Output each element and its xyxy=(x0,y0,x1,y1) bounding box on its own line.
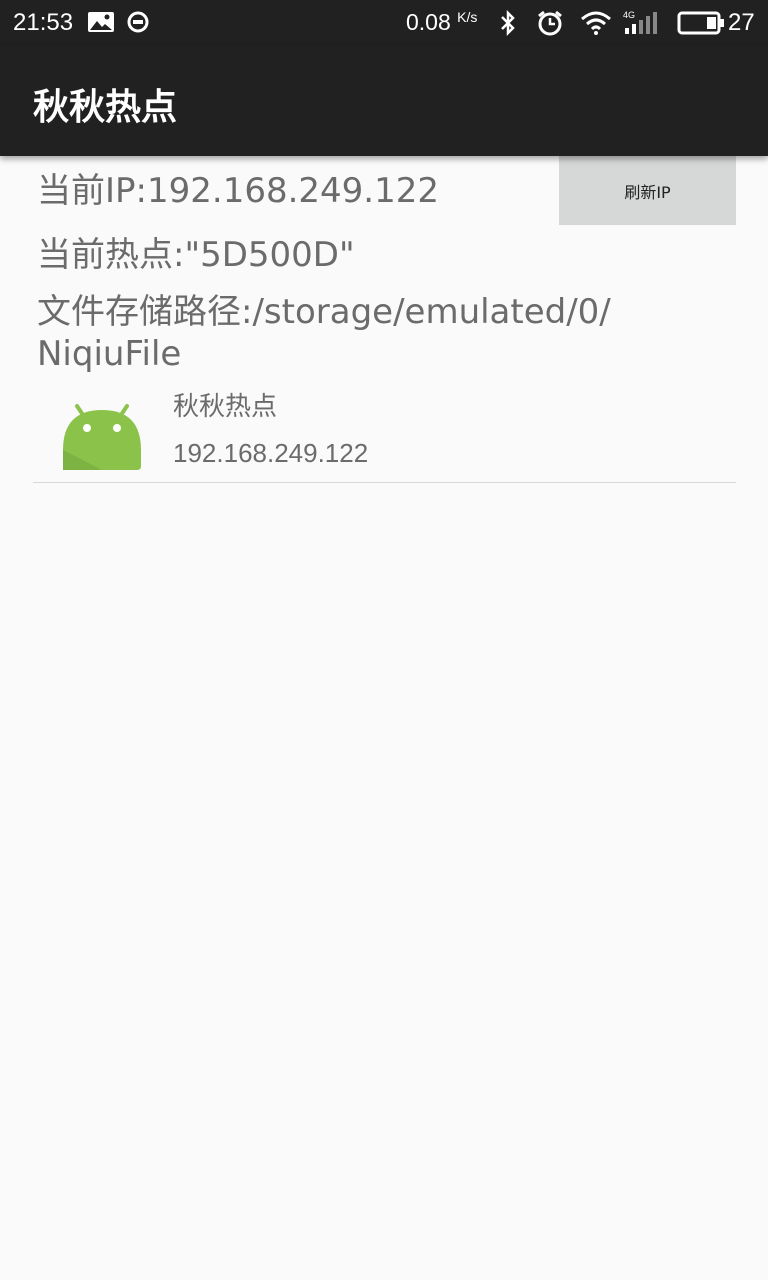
status-time: 21:53 xyxy=(13,9,74,36)
android-icon xyxy=(63,404,141,470)
alarm-icon xyxy=(538,10,562,36)
svg-text:4G: 4G xyxy=(623,10,635,20)
battery-icon xyxy=(677,11,724,35)
wifi-icon xyxy=(581,11,611,35)
cellular-4g-icon: 4G xyxy=(623,10,657,34)
device-ip: 192.168.249.122 xyxy=(173,438,369,468)
device-name: 秋秋热点 xyxy=(173,392,278,422)
bluetooth-icon xyxy=(501,10,515,36)
status-bar: 21:53 0.08 K/s 4G 27 xyxy=(0,0,768,46)
device-list-item[interactable]: 秋秋热点 192.168.249.122 xyxy=(33,376,736,483)
current-hotspot-label: 当前热点:"5D500D" xyxy=(37,235,355,275)
app-bar: 秋秋热点 xyxy=(0,46,768,156)
app-title: 秋秋热点 xyxy=(33,87,178,128)
network-speed: 0.08 K/s xyxy=(406,9,478,35)
storage-path-label: 文件存储路径:/storage/emulated/0/ xyxy=(37,292,611,332)
refresh-ip-button[interactable]: 刷新IP xyxy=(559,156,736,225)
app-notification-icon xyxy=(127,11,149,33)
storage-path-label-cont: NiqiuFile xyxy=(37,334,182,374)
battery-level: 27 xyxy=(728,9,755,36)
image-notification-icon xyxy=(88,12,114,32)
current-ip-label: 当前IP:192.168.249.122 xyxy=(37,171,439,211)
